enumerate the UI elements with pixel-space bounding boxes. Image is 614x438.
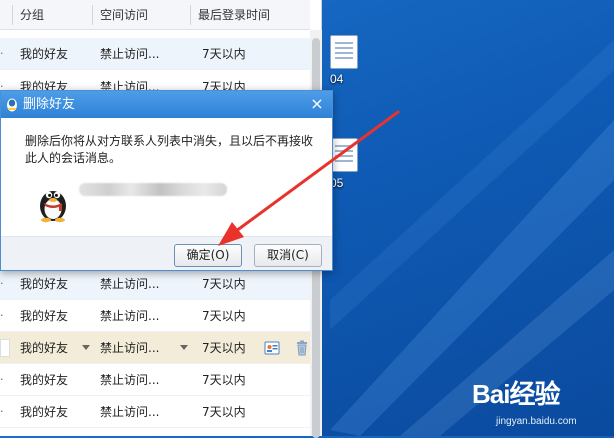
cell-last-login: 7天以内 bbox=[202, 309, 246, 323]
table-row-selected[interactable]: 我的好友 禁止访问... 7天以内 bbox=[0, 332, 310, 364]
baidu-jingyan-watermark: Bai经验 jingyan.baidu.com bbox=[466, 372, 614, 436]
profile-card-icon[interactable] bbox=[264, 340, 280, 356]
cell-last-login: 7天以内 bbox=[202, 373, 246, 387]
table-row[interactable]: · 我的好友 禁止访问... 7天以内 bbox=[0, 300, 310, 332]
header-separator bbox=[92, 5, 93, 25]
cell-last-login: 7天以内 bbox=[202, 405, 246, 419]
cell-group: 我的好友 bbox=[20, 373, 69, 387]
confirm-button[interactable]: 确定(O) bbox=[174, 244, 242, 267]
close-button[interactable]: × bbox=[308, 94, 326, 114]
cell-last-login: 7天以内 bbox=[202, 277, 246, 291]
row-checkbox[interactable] bbox=[0, 339, 10, 357]
cell-group: 我的好友 bbox=[20, 277, 69, 291]
header-separator bbox=[190, 5, 191, 25]
cell-space-access: 禁止访问... bbox=[100, 405, 160, 419]
dialog-footer: 确定(O) 取消(C) bbox=[1, 236, 332, 270]
cell-group: 我的好友 bbox=[20, 341, 69, 355]
row-marker: · bbox=[0, 405, 4, 418]
cell-group: 我的好友 bbox=[20, 47, 69, 61]
friend-name-blurred bbox=[79, 183, 227, 196]
watermark-url: jingyan.baidu.com bbox=[496, 416, 577, 427]
cell-last-login: 7天以内 bbox=[202, 341, 246, 355]
cell-last-login: 7天以内 bbox=[202, 47, 246, 61]
dialog-title: 删除好友 bbox=[23, 97, 76, 112]
qq-penguin-icon bbox=[7, 98, 17, 112]
cell-group: 我的好友 bbox=[20, 309, 69, 323]
row-marker: · bbox=[0, 373, 4, 386]
cell-space-access: 禁止访问... bbox=[100, 309, 160, 323]
column-header-group[interactable]: 分组 bbox=[20, 0, 44, 30]
cell-space-access: 禁止访问... bbox=[100, 373, 160, 387]
cell-space-access: 禁止访问... bbox=[100, 341, 160, 355]
watermark-logo: Bai经验 bbox=[472, 379, 560, 409]
dialog-title-bar[interactable]: 删除好友 × bbox=[1, 91, 332, 118]
row-marker: · bbox=[0, 277, 4, 290]
cell-space-access: 禁止访问... bbox=[100, 277, 160, 291]
table-row[interactable]: · 我的好友 禁止访问... 7天以内 bbox=[0, 268, 310, 300]
desktop-file-icon[interactable] bbox=[330, 138, 358, 172]
column-header-space-access[interactable]: 空间访问 bbox=[100, 0, 148, 30]
list-header: 分组 空间访问 最后登录时间 bbox=[0, 0, 310, 30]
cancel-button[interactable]: 取消(C) bbox=[254, 244, 322, 267]
row-marker: · bbox=[0, 47, 4, 60]
table-row[interactable]: · 我的好友 禁止访问... 7天以内 bbox=[0, 364, 310, 396]
desktop-file-icon[interactable] bbox=[330, 35, 358, 69]
access-dropdown-arrow-icon[interactable] bbox=[180, 345, 188, 350]
row-marker: · bbox=[0, 309, 4, 322]
header-separator bbox=[12, 5, 13, 25]
friend-avatar bbox=[40, 191, 66, 223]
cell-group: 我的好友 bbox=[20, 405, 69, 419]
table-row[interactable]: · 我的好友 禁止访问... 7天以内 bbox=[0, 38, 310, 70]
cell-space-access: 禁止访问... bbox=[100, 47, 160, 61]
desktop-file-label: 04 bbox=[330, 72, 344, 86]
table-row[interactable]: · 我的好友 禁止访问... 7天以内 bbox=[0, 396, 310, 428]
delete-friend-dialog: 删除好友 × 删除后你将从对方联系人列表中消失，且以后不再接收此人的会话消息。 … bbox=[0, 90, 333, 271]
delete-trash-icon[interactable] bbox=[294, 340, 310, 356]
column-header-last-login[interactable]: 最后登录时间 bbox=[198, 0, 270, 30]
dialog-message: 删除后你将从对方联系人列表中消失，且以后不再接收此人的会话消息。 bbox=[25, 134, 314, 165]
group-dropdown-arrow-icon[interactable] bbox=[82, 345, 90, 350]
